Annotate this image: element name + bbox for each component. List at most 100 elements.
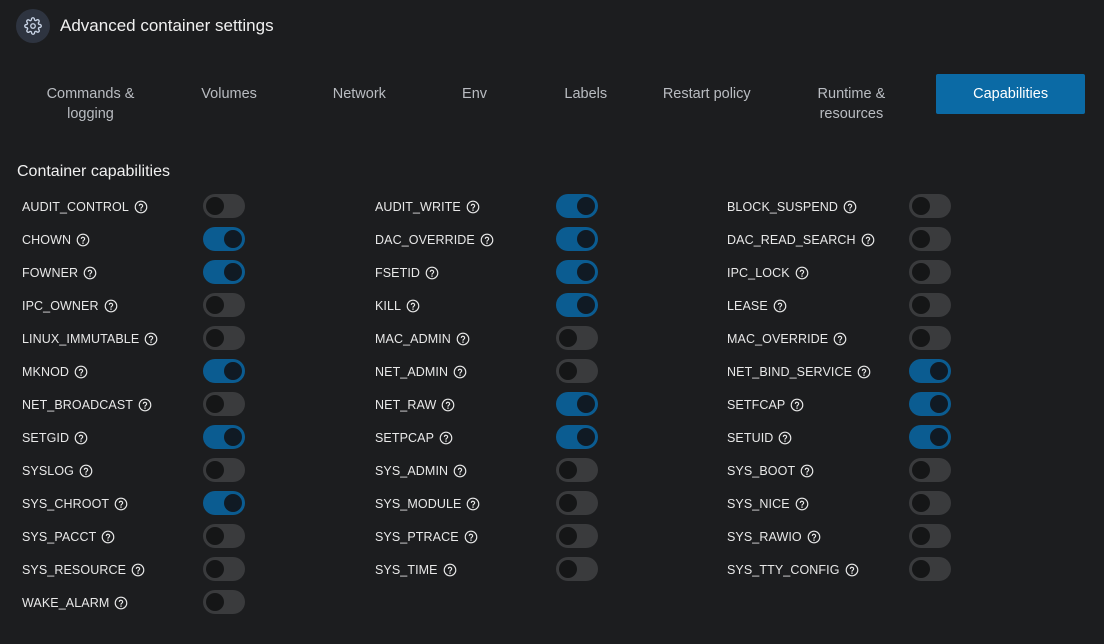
tab-commands-logging[interactable]: Commands & logging: [17, 74, 164, 122]
question-circle-icon[interactable]: [843, 200, 857, 214]
question-circle-icon[interactable]: [466, 200, 480, 214]
toggle-knob: [912, 263, 930, 281]
capability-row-setuid: SETUID: [727, 421, 792, 454]
toggle-ipc-owner[interactable]: [203, 293, 245, 317]
capability-label: SYS_TIME: [375, 562, 438, 577]
question-circle-icon[interactable]: [480, 233, 494, 247]
toggle-sys-rawio[interactable]: [909, 524, 951, 548]
capability-label: SYS_BOOT: [727, 463, 796, 478]
toggle-dac-override[interactable]: [556, 227, 598, 251]
question-circle-icon[interactable]: [134, 200, 148, 214]
question-circle-icon[interactable]: [443, 563, 457, 577]
toggle-mac-override[interactable]: [909, 326, 951, 350]
tab-network[interactable]: Network: [294, 74, 424, 114]
toggle-setgid[interactable]: [203, 425, 245, 449]
toggle-knob: [912, 527, 930, 545]
toggle-sys-ptrace[interactable]: [556, 524, 598, 548]
toggle-syslog[interactable]: [203, 458, 245, 482]
toggle-knob: [224, 428, 242, 446]
question-circle-icon[interactable]: [773, 299, 787, 313]
question-circle-icon[interactable]: [861, 233, 875, 247]
toggle-wake-alarm[interactable]: [203, 590, 245, 614]
toggle-sys-nice[interactable]: [909, 491, 951, 515]
question-circle-icon[interactable]: [144, 332, 158, 346]
question-circle-icon[interactable]: [76, 233, 90, 247]
tab-labels[interactable]: Labels: [525, 74, 647, 114]
capability-row-sys-time: SYS_TIME: [375, 553, 457, 586]
question-circle-icon[interactable]: [425, 266, 439, 280]
toggle-knob: [559, 461, 577, 479]
toggle-block-suspend[interactable]: [909, 194, 951, 218]
question-circle-icon[interactable]: [845, 563, 859, 577]
question-circle-icon[interactable]: [464, 530, 478, 544]
question-circle-icon[interactable]: [441, 398, 455, 412]
toggle-audit-control[interactable]: [203, 194, 245, 218]
capability-row-fowner: FOWNER: [22, 256, 97, 289]
toggle-sys-resource[interactable]: [203, 557, 245, 581]
toggle-setpcap[interactable]: [556, 425, 598, 449]
toggle-setuid[interactable]: [909, 425, 951, 449]
question-circle-icon[interactable]: [74, 365, 88, 379]
toggle-sys-pacct[interactable]: [203, 524, 245, 548]
question-circle-icon[interactable]: [456, 332, 470, 346]
toggle-linux-immutable[interactable]: [203, 326, 245, 350]
question-circle-icon[interactable]: [83, 266, 97, 280]
toggle-audit-write[interactable]: [556, 194, 598, 218]
capability-label: IPC_LOCK: [727, 265, 790, 280]
question-circle-icon[interactable]: [807, 530, 821, 544]
toggle-net-admin[interactable]: [556, 359, 598, 383]
question-circle-icon[interactable]: [466, 497, 480, 511]
question-circle-icon[interactable]: [104, 299, 118, 313]
question-circle-icon[interactable]: [131, 563, 145, 577]
question-circle-icon[interactable]: [790, 398, 804, 412]
question-circle-icon[interactable]: [800, 464, 814, 478]
capability-label: SYS_CHROOT: [22, 496, 110, 511]
toggle-dac-read-search[interactable]: [909, 227, 951, 251]
toggle-ipc-lock[interactable]: [909, 260, 951, 284]
toggle-sys-tty-config[interactable]: [909, 557, 951, 581]
toggle-setfcap[interactable]: [909, 392, 951, 416]
toggle-mknod[interactable]: [203, 359, 245, 383]
capability-row-wake-alarm: WAKE_ALARM: [22, 586, 128, 619]
toggle-sys-admin[interactable]: [556, 458, 598, 482]
question-circle-icon[interactable]: [453, 365, 467, 379]
question-circle-icon[interactable]: [778, 431, 792, 445]
question-circle-icon[interactable]: [795, 266, 809, 280]
capability-row-sys-rawio: SYS_RAWIO: [727, 520, 821, 553]
capability-label: WAKE_ALARM: [22, 595, 110, 610]
question-circle-icon[interactable]: [453, 464, 467, 478]
question-circle-icon[interactable]: [114, 497, 128, 511]
question-circle-icon[interactable]: [79, 464, 93, 478]
question-circle-icon[interactable]: [439, 431, 453, 445]
toggle-sys-boot[interactable]: [909, 458, 951, 482]
capability-row-mac-admin: MAC_ADMIN: [375, 322, 470, 355]
tab-restart-policy[interactable]: Restart policy: [647, 74, 767, 114]
question-circle-icon[interactable]: [857, 365, 871, 379]
tab-runtime-resources[interactable]: Runtime & resources: [767, 74, 937, 122]
toggle-chown[interactable]: [203, 227, 245, 251]
toggle-net-broadcast[interactable]: [203, 392, 245, 416]
question-circle-icon[interactable]: [795, 497, 809, 511]
question-circle-icon[interactable]: [406, 299, 420, 313]
toggle-sys-chroot[interactable]: [203, 491, 245, 515]
tab-volumes[interactable]: Volumes: [164, 74, 294, 114]
toggle-net-raw[interactable]: [556, 392, 598, 416]
capability-row-dac-read-search: DAC_READ_SEARCH: [727, 223, 875, 256]
toggle-fowner[interactable]: [203, 260, 245, 284]
toggle-kill[interactable]: [556, 293, 598, 317]
tab-env[interactable]: Env: [424, 74, 524, 114]
question-circle-icon[interactable]: [74, 431, 88, 445]
toggle-mac-admin[interactable]: [556, 326, 598, 350]
toggle-net-bind-service[interactable]: [909, 359, 951, 383]
question-circle-icon[interactable]: [114, 596, 128, 610]
toggle-fsetid[interactable]: [556, 260, 598, 284]
settings-tabs: Commands & logging Volumes Network Env L…: [17, 74, 1085, 122]
question-circle-icon[interactable]: [101, 530, 115, 544]
toggle-sys-time[interactable]: [556, 557, 598, 581]
question-circle-icon[interactable]: [833, 332, 847, 346]
capability-row-sys-admin: SYS_ADMIN: [375, 454, 467, 487]
question-circle-icon[interactable]: [138, 398, 152, 412]
toggle-sys-module[interactable]: [556, 491, 598, 515]
tab-capabilities[interactable]: Capabilities: [936, 74, 1085, 114]
toggle-lease[interactable]: [909, 293, 951, 317]
